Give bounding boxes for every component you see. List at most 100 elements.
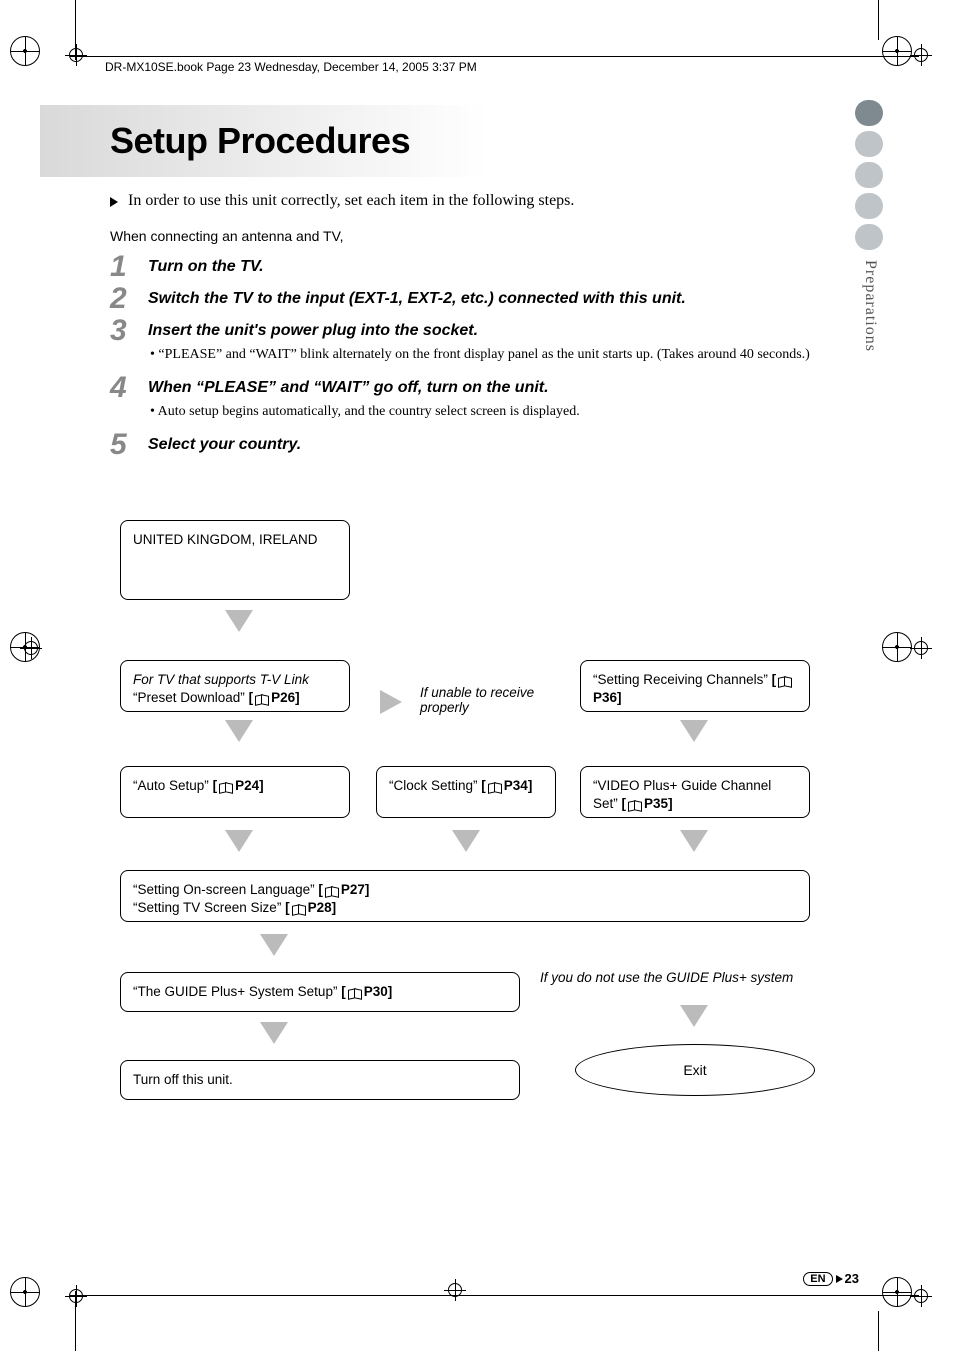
book-icon [488, 781, 502, 791]
flow-preset-download-ref: P26 [271, 690, 295, 705]
crosshair-icon [444, 1279, 466, 1301]
section-tab-icon [855, 100, 883, 126]
section-tab-icon [855, 162, 883, 188]
step-title: Turn on the TV. [148, 258, 844, 276]
registration-mark-icon [10, 1277, 40, 1307]
intro-text: In order to use this unit correctly, set… [128, 192, 574, 209]
flow-no-guide-note: If you do not use the GUIDE Plus+ system [540, 970, 793, 985]
flow-auto-setup-box: “Auto Setup” [P24] [120, 766, 350, 818]
footer-page-number: 23 [845, 1271, 859, 1286]
book-icon [325, 885, 339, 895]
arrow-down-icon [680, 1005, 708, 1027]
flow-tvsize-text: “Setting TV Screen Size” [133, 900, 281, 915]
flow-lang-tvsize-box: “Setting On-screen Language” [P27] “Sett… [120, 870, 810, 922]
step-title: When “PLEASE” and “WAIT” go off, turn on… [148, 379, 844, 397]
step-1: 1 Turn on the TV. [110, 258, 844, 276]
step-5: 5 Select your country. [110, 436, 844, 454]
step-number: 1 [110, 250, 127, 284]
crop-mark-icon [878, 0, 879, 40]
flow-tvsize-ref: P28 [308, 900, 332, 915]
page-title: Setup Procedures [110, 120, 410, 162]
triangle-right-icon [836, 1275, 843, 1283]
flow-auto-setup-text: “Auto Setup” [133, 778, 209, 793]
crosshair-icon [910, 1285, 932, 1307]
flow-guide-box: “The GUIDE Plus+ System Setup” [P30] [120, 972, 520, 1012]
arrow-down-icon [225, 830, 253, 852]
arrow-down-icon [680, 830, 708, 852]
arrow-down-icon [260, 1022, 288, 1044]
flow-guide-text: “The GUIDE Plus+ System Setup” [133, 984, 337, 999]
book-icon [255, 693, 269, 703]
flow-lang-ref: P27 [341, 882, 365, 897]
arrow-down-icon [225, 720, 253, 742]
section-tab-icon [855, 193, 883, 219]
flow-preset-download-text: “Preset Download” [133, 690, 245, 705]
flow-tvlink-note: For TV that supports T-V Link [133, 671, 337, 689]
flow-country-box: UNITED KINGDOM, IRELAND [120, 520, 350, 600]
registration-mark-icon [882, 36, 912, 66]
registration-mark-icon [882, 632, 912, 662]
crosshair-icon [65, 44, 87, 66]
crosshair-icon [20, 637, 42, 659]
book-icon [219, 781, 233, 791]
section-tab-icon [855, 224, 883, 250]
section-label: Preparations [861, 260, 879, 352]
book-icon [292, 903, 306, 913]
intro-line: In order to use this unit correctly, set… [110, 192, 574, 210]
registration-mark-icon [882, 1277, 912, 1307]
step-number: 5 [110, 428, 127, 462]
crop-mark-icon [878, 1311, 879, 1351]
arrow-down-icon [225, 610, 253, 632]
book-icon [778, 675, 792, 685]
arrow-down-icon [452, 830, 480, 852]
section-tab-stack [855, 100, 883, 255]
flow-exit-oval: Exit [575, 1044, 815, 1096]
step-3: 3 Insert the unit's power plug into the … [110, 322, 844, 365]
arrow-down-icon [680, 720, 708, 742]
page-header: DR-MX10SE.book Page 23 Wednesday, Decemb… [105, 60, 477, 74]
flow-setting-channels-ref: P36 [593, 690, 617, 705]
step-body: “PLEASE” and “WAIT” blink alternately on… [148, 346, 844, 365]
flow-turn-off-box: Turn off this unit. [120, 1060, 520, 1100]
flow-vplus-text: “VIDEO Plus+ Guide Channel Set” [593, 778, 771, 811]
step-4: 4 When “PLEASE” and “WAIT” go off, turn … [110, 379, 844, 422]
flow-vplus-ref: P35 [644, 796, 668, 811]
flow-setting-channels-text: “Setting Receiving Channels” [593, 672, 768, 687]
arrow-right-icon [380, 690, 402, 714]
title-band: Setup Procedures [40, 105, 854, 177]
page-footer: EN 23 [803, 1271, 859, 1286]
flow-turn-off-text: Turn off this unit. [133, 1072, 233, 1087]
step-2: 2 Switch the TV to the input (EXT-1, EXT… [110, 290, 844, 308]
registration-mark-icon [10, 36, 40, 66]
step-title: Insert the unit's power plug into the so… [148, 322, 844, 340]
flow-country-text: UNITED KINGDOM, IRELAND [133, 532, 318, 547]
flow-unable-receive-note: If unable to receive properly [420, 685, 540, 715]
divider [70, 56, 919, 57]
section-tab-icon [855, 131, 883, 157]
flow-exit-text: Exit [683, 1062, 706, 1078]
steps-list: 1 Turn on the TV. 2 Switch the TV to the… [110, 250, 844, 454]
step-number: 2 [110, 282, 127, 316]
step-number: 4 [110, 371, 127, 405]
flow-auto-setup-ref: P24 [235, 778, 259, 793]
book-icon [348, 987, 362, 997]
crosshair-icon [910, 637, 932, 659]
flow-clock-box: “Clock Setting” [P34] [376, 766, 556, 818]
step-number: 3 [110, 314, 127, 348]
step-title: Switch the TV to the input (EXT-1, EXT-2… [148, 290, 844, 308]
step-title: Select your country. [148, 436, 844, 454]
flow-setting-channels-box: “Setting Receiving Channels” [P36] [580, 660, 810, 712]
sub-line: When connecting an antenna and TV, [110, 228, 344, 244]
flowchart: UNITED KINGDOM, IRELAND For TV that supp… [120, 520, 834, 1120]
footer-lang: EN [803, 1272, 832, 1286]
flow-clock-text: “Clock Setting” [389, 778, 478, 793]
crosshair-icon [65, 1285, 87, 1307]
flow-preset-download-box: For TV that supports T-V Link “Preset Do… [120, 660, 350, 712]
arrow-down-icon [260, 934, 288, 956]
book-icon [628, 799, 642, 809]
crosshair-icon [910, 44, 932, 66]
step-body: Auto setup begins automatically, and the… [148, 403, 844, 422]
divider [70, 1295, 919, 1296]
flow-vplus-box: “VIDEO Plus+ Guide Channel Set” [P35] [580, 766, 810, 818]
flow-lang-text: “Setting On-screen Language” [133, 882, 315, 897]
